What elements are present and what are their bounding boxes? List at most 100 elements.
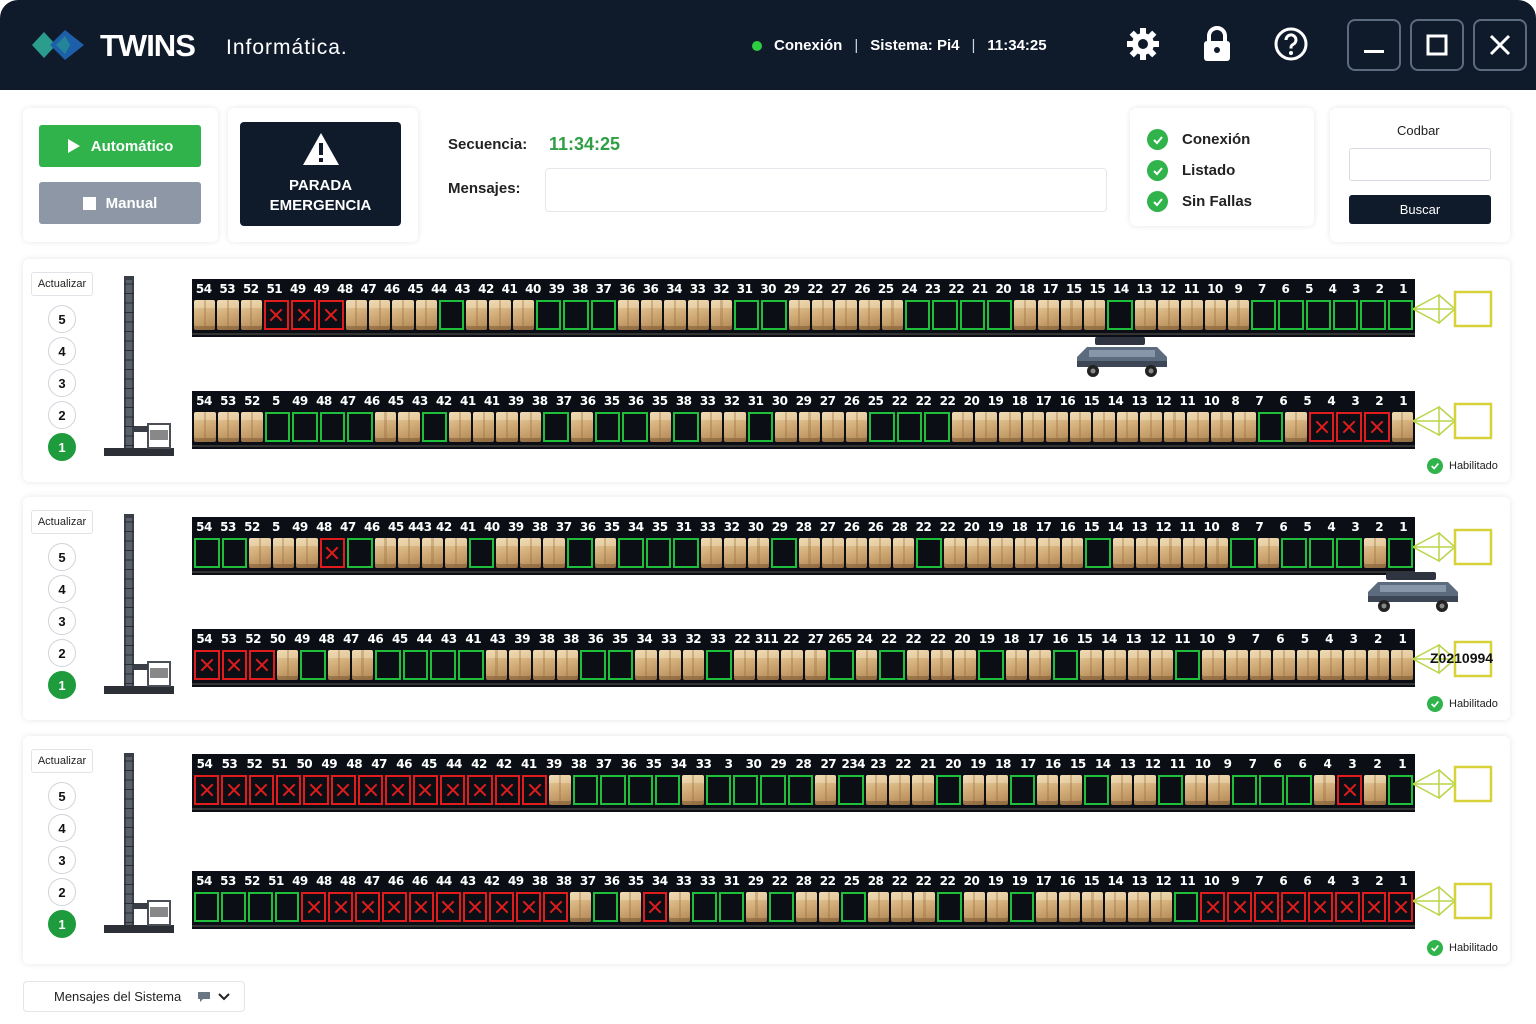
slot-box[interactable]	[1313, 775, 1336, 805]
slot-box[interactable]	[472, 412, 495, 442]
slot-box[interactable]	[1116, 412, 1139, 442]
slot-empty[interactable]	[1231, 775, 1258, 805]
slot-box[interactable]	[845, 538, 868, 568]
slot-error-icon[interactable]	[642, 892, 668, 922]
slot-empty[interactable]	[468, 538, 495, 568]
slot-empty[interactable]	[220, 892, 246, 922]
slot-box[interactable]	[489, 300, 511, 330]
slot-box[interactable]	[975, 412, 997, 442]
slot-box[interactable]	[466, 300, 488, 330]
slot-empty[interactable]	[987, 300, 1013, 330]
slot-empty[interactable]	[274, 892, 300, 922]
slot-box[interactable]	[1022, 412, 1045, 442]
slot-box[interactable]	[888, 775, 911, 805]
slot-box[interactable]	[1202, 650, 1224, 680]
slot-box[interactable]	[217, 300, 239, 330]
slot-box[interactable]	[1038, 538, 1060, 568]
slot-empty[interactable]	[292, 412, 318, 442]
slot-empty[interactable]	[1308, 538, 1335, 568]
slot-box[interactable]	[496, 412, 518, 442]
slot-empty[interactable]	[896, 412, 923, 442]
slot-box[interactable]	[907, 650, 929, 680]
slot-error-icon[interactable]	[408, 892, 434, 922]
slot-empty[interactable]	[787, 775, 813, 805]
slot-box[interactable]	[967, 538, 989, 568]
slot-error-icon[interactable]	[1337, 775, 1363, 805]
slot-empty[interactable]	[771, 538, 797, 568]
slot-empty[interactable]	[1009, 892, 1035, 922]
slot-empty[interactable]	[932, 300, 958, 330]
level-1-button[interactable]: 1	[48, 433, 76, 461]
slot-box[interactable]	[1181, 300, 1203, 330]
slot-empty[interactable]	[645, 538, 672, 568]
slot-box[interactable]	[1082, 892, 1103, 922]
slot-box[interactable]	[700, 412, 723, 442]
slot-box[interactable]	[1103, 650, 1126, 680]
slot-box[interactable]	[1060, 775, 1082, 805]
slot-box[interactable]	[594, 538, 617, 568]
slot-box[interactable]	[570, 892, 591, 922]
minimize-button[interactable]	[1347, 19, 1401, 71]
slot-box[interactable]	[194, 300, 216, 330]
slot-empty[interactable]	[421, 412, 448, 442]
slot-error-icon[interactable]	[249, 650, 275, 680]
level-1-button[interactable]: 1	[48, 910, 76, 938]
slot-box[interactable]	[1140, 412, 1162, 442]
buscar-button[interactable]: Buscar	[1349, 195, 1491, 224]
slot-error-icon[interactable]	[248, 775, 275, 805]
slot-empty[interactable]	[563, 300, 589, 330]
slot-error-icon[interactable]	[1363, 412, 1390, 442]
slot-empty[interactable]	[1009, 775, 1035, 805]
slot-box[interactable]	[374, 538, 397, 568]
level-3-button[interactable]: 3	[48, 369, 76, 397]
slot-box[interactable]	[374, 412, 397, 442]
slot-error-icon[interactable]	[1308, 412, 1335, 442]
slot-box[interactable]	[345, 300, 367, 330]
slot-empty[interactable]	[600, 775, 626, 805]
slot-error-icon[interactable]	[1200, 892, 1226, 922]
slot-box[interactable]	[1014, 538, 1037, 568]
slot-empty[interactable]	[1336, 538, 1362, 568]
slot-empty[interactable]	[1387, 538, 1414, 568]
slot-empty[interactable]	[402, 650, 429, 680]
slot-box[interactable]	[1367, 650, 1390, 680]
system-messages-dropdown[interactable]: Mensajes del Sistema	[23, 981, 245, 1012]
automatic-mode-button[interactable]: Automático	[39, 125, 201, 167]
slot-empty[interactable]	[705, 775, 731, 805]
slot-box[interactable]	[999, 412, 1021, 442]
slot-box[interactable]	[682, 775, 704, 805]
slot-error-icon[interactable]	[303, 775, 329, 805]
slot-error-icon[interactable]	[1361, 892, 1387, 922]
slot-box[interactable]	[869, 538, 891, 568]
slot-error-icon[interactable]	[355, 892, 381, 922]
slot-box[interactable]	[240, 300, 262, 330]
slot-box[interactable]	[804, 650, 827, 680]
slot-error-icon[interactable]	[330, 775, 357, 805]
slot-box[interactable]	[1185, 775, 1207, 805]
slot-box[interactable]	[788, 300, 811, 330]
slot-box[interactable]	[519, 538, 542, 568]
slot-box[interactable]	[1273, 650, 1295, 680]
slot-empty[interactable]	[535, 300, 562, 330]
slot-empty[interactable]	[590, 300, 616, 330]
slot-box[interactable]	[812, 300, 834, 330]
slot-empty[interactable]	[719, 892, 745, 922]
help-icon[interactable]	[1271, 24, 1311, 64]
slot-box[interactable]	[710, 300, 733, 330]
slot-error-icon[interactable]	[328, 892, 354, 922]
slot-box[interactable]	[963, 892, 985, 922]
slot-error-icon[interactable]	[194, 650, 220, 680]
slot-box[interactable]	[891, 892, 913, 922]
slot-empty[interactable]	[1286, 775, 1312, 805]
slot-box[interactable]	[814, 775, 837, 805]
slot-error-icon[interactable]	[291, 300, 317, 330]
slot-box[interactable]	[1208, 775, 1230, 805]
slot-empty[interactable]	[1157, 775, 1184, 805]
slot-box[interactable]	[415, 300, 437, 330]
slot-box[interactable]	[1136, 538, 1158, 568]
slot-empty[interactable]	[1305, 300, 1331, 330]
slot-empty[interactable]	[1332, 300, 1359, 330]
slot-empty[interactable]	[1387, 300, 1413, 330]
slot-box[interactable]	[351, 650, 374, 680]
slot-box[interactable]	[892, 538, 915, 568]
